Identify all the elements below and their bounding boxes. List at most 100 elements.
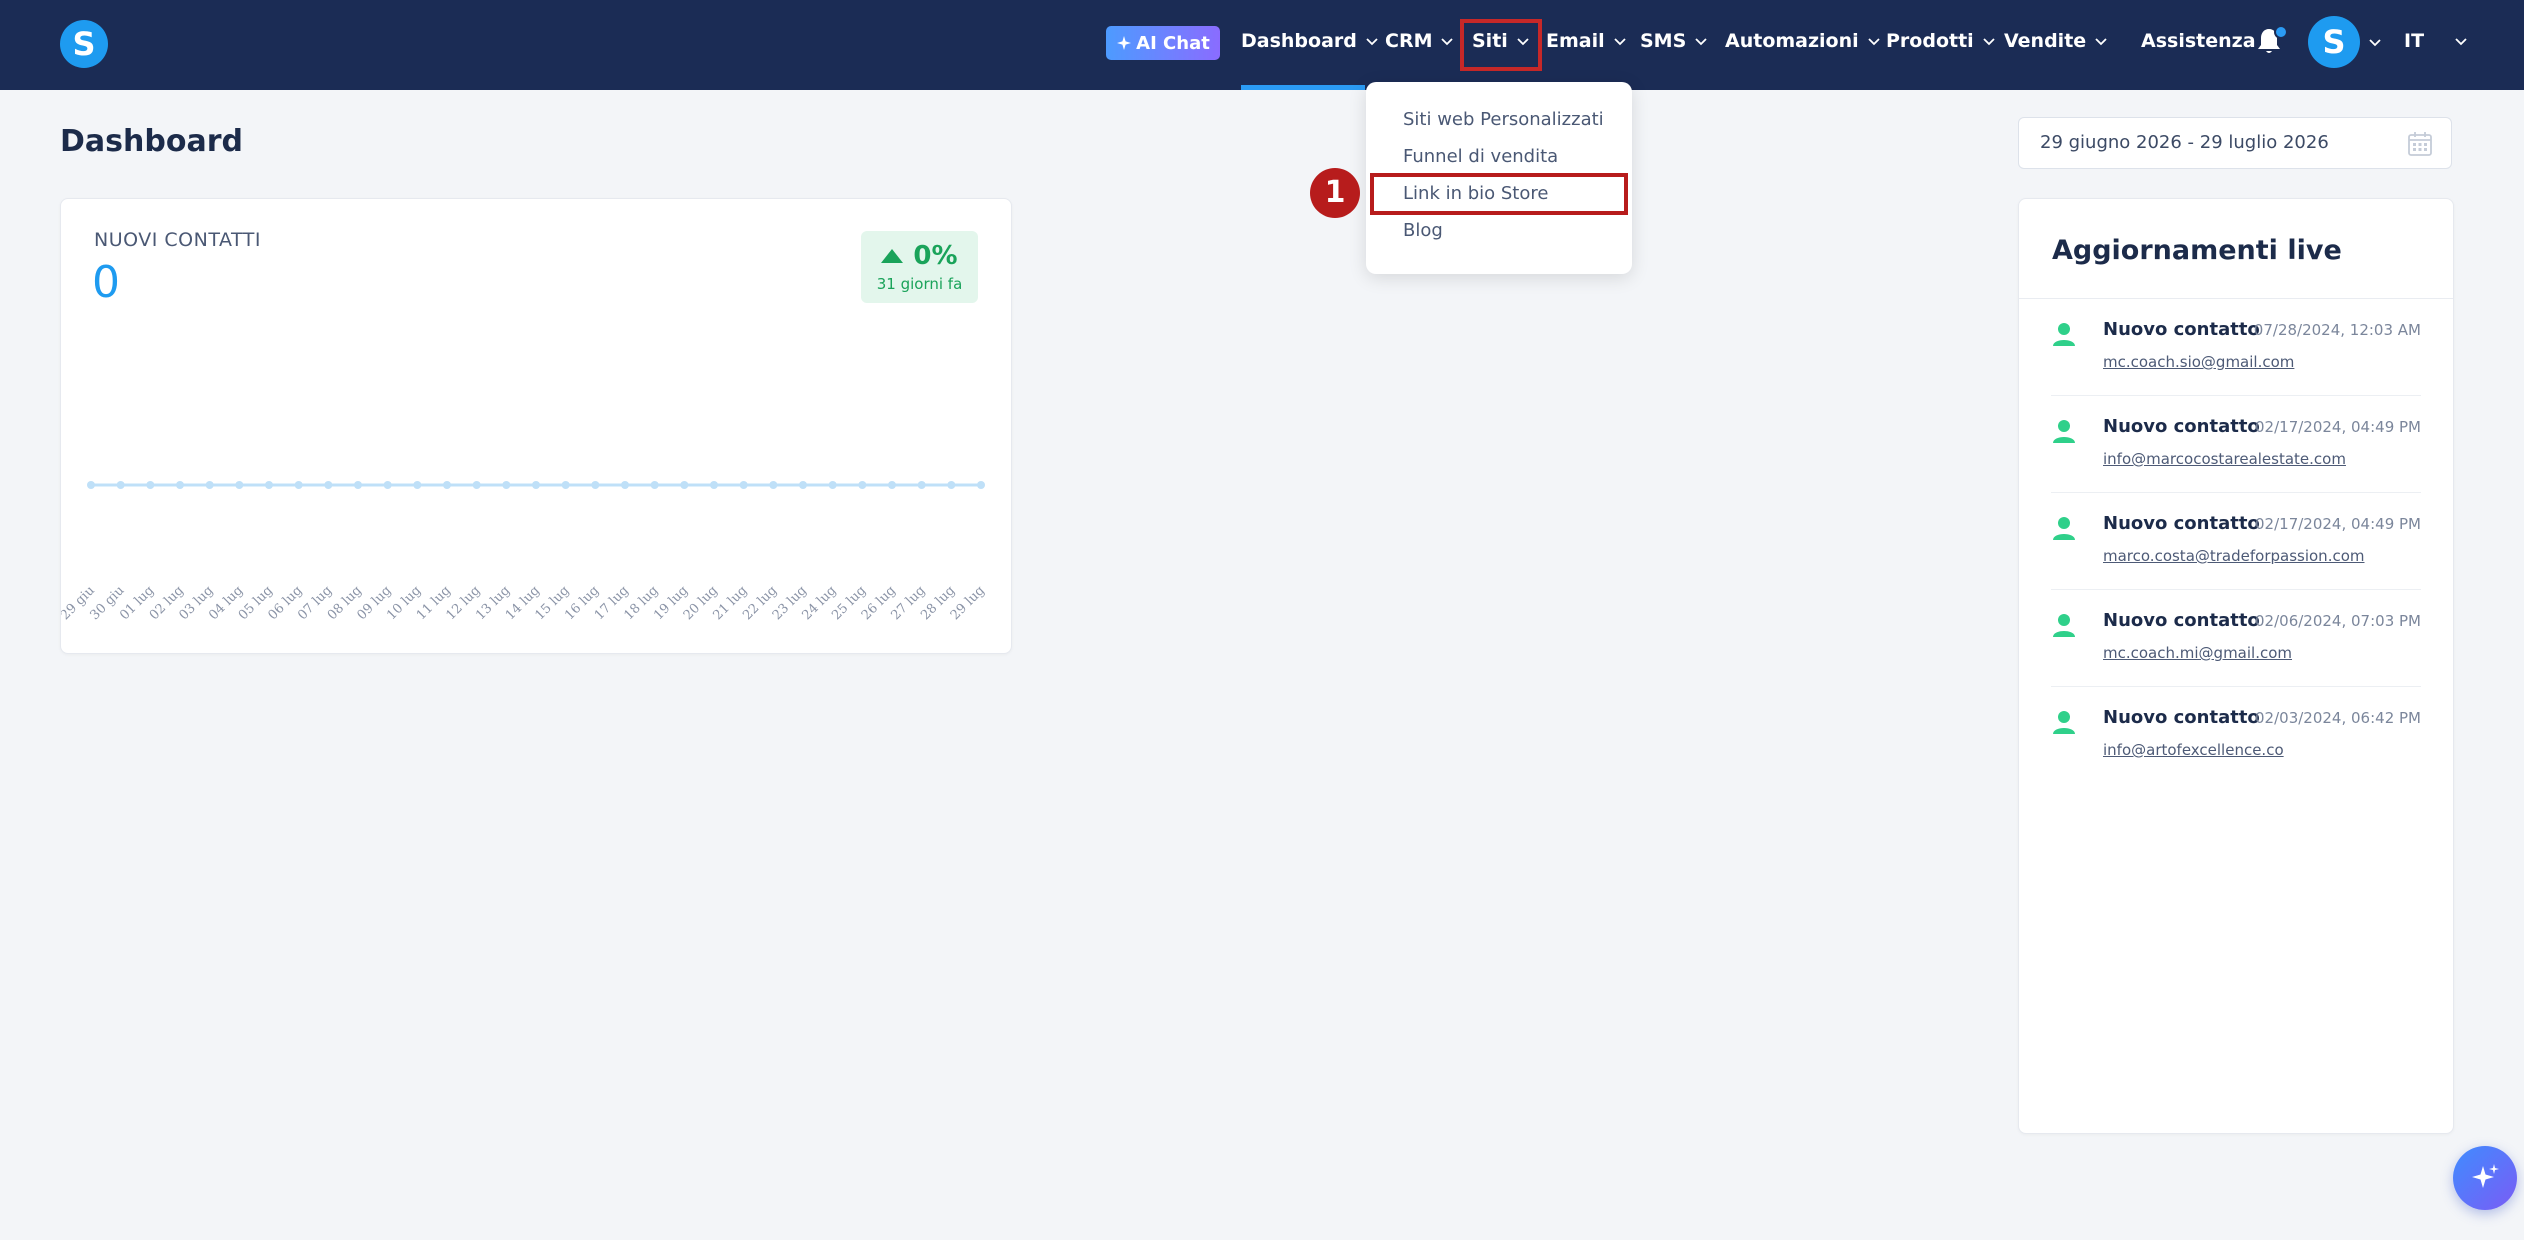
top-navigation-bar: S AI Chat Dashboard CRM Siti Email SMS A… — [0, 0, 2524, 90]
data-point[interactable] — [591, 481, 600, 489]
list-item: Nuovo contatto 02/17/2024, 04:49 PM info… — [2051, 396, 2421, 493]
chevron-down-icon — [1983, 38, 1995, 46]
data-point[interactable] — [561, 481, 570, 489]
data-point[interactable] — [294, 481, 303, 489]
data-point[interactable] — [265, 481, 273, 489]
update-title: Nuovo contatto — [2103, 416, 2260, 437]
active-nav-indicator — [1241, 85, 1365, 90]
data-point[interactable] — [710, 481, 718, 489]
sparkle-icon — [2472, 1164, 2499, 1188]
contacts-line-chart: 29 giu30 giu01 lug02 lug03 lug04 lug05 l… — [61, 481, 988, 623]
update-title: Nuovo contatto — [2103, 707, 2260, 728]
contact-email-link[interactable]: mc.coach.mi@gmail.com — [2103, 644, 2292, 662]
data-point[interactable] — [858, 481, 867, 489]
data-point[interactable] — [888, 481, 896, 489]
nav-email[interactable]: Email — [1546, 24, 1627, 58]
nav-sms[interactable]: SMS — [1640, 24, 1708, 58]
update-time: 02/17/2024, 04:49 PM — [2255, 418, 2421, 436]
nav-vendite[interactable]: Vendite — [2004, 24, 2108, 58]
chevron-down-icon[interactable] — [2368, 35, 2382, 49]
list-item: Nuovo contatto 02/06/2024, 07:03 PM mc.c… — [2051, 590, 2421, 687]
ai-assistant-button[interactable] — [2453, 1146, 2517, 1210]
data-point[interactable] — [383, 481, 392, 489]
person-icon — [2053, 323, 2075, 346]
person-icon — [2053, 420, 2075, 443]
update-time: 02/03/2024, 06:42 PM — [2255, 709, 2421, 727]
data-point[interactable] — [235, 481, 244, 489]
chevron-down-icon — [1613, 38, 1626, 46]
update-title: Nuovo contatto — [2103, 610, 2260, 631]
person-icon — [2053, 517, 2075, 540]
data-point[interactable] — [146, 481, 155, 489]
data-point[interactable] — [769, 481, 778, 489]
person-icon — [2053, 614, 2075, 637]
data-point[interactable] — [443, 481, 451, 489]
data-point[interactable] — [413, 481, 422, 489]
nav-label: CRM — [1385, 30, 1433, 52]
data-point[interactable] — [205, 481, 214, 489]
data-point[interactable] — [532, 481, 540, 489]
data-point[interactable] — [739, 481, 748, 489]
link-in-bio-highlight-box — [1370, 173, 1628, 215]
ai-chat-button[interactable]: AI Chat — [1106, 26, 1220, 60]
language-label: IT — [2404, 30, 2425, 52]
contact-email-link[interactable]: marco.costa@tradeforpassion.com — [2103, 547, 2365, 565]
nav-crm[interactable]: CRM — [1385, 24, 1454, 58]
date-range-picker[interactable]: 29 giugno 2026 - 29 luglio 2026 — [2018, 117, 2452, 169]
nav-label: Email — [1546, 30, 1605, 52]
live-updates-title: Aggiornamenti live — [2052, 235, 2342, 266]
update-time: 07/28/2024, 12:03 AM — [2253, 321, 2421, 339]
data-point[interactable] — [116, 481, 125, 489]
update-time: 02/17/2024, 04:49 PM — [2255, 515, 2421, 533]
nav-label: SMS — [1640, 30, 1687, 52]
data-point[interactable] — [977, 481, 985, 489]
language-selector[interactable]: IT — [2404, 24, 2468, 58]
list-item: Nuovo contatto 02/03/2024, 06:42 PM info… — [2051, 687, 2421, 784]
data-point[interactable] — [502, 481, 511, 489]
calendar-icon — [2408, 132, 2432, 156]
data-point[interactable] — [799, 481, 807, 489]
menu-item-funnel[interactable]: Funnel di vendita — [1403, 146, 1558, 167]
notification-dot — [2274, 25, 2288, 39]
avatar[interactable]: S — [2308, 16, 2360, 68]
x-tick-label: 29 lug — [948, 583, 988, 623]
chevron-down-icon — [1868, 38, 1880, 46]
data-point[interactable] — [680, 481, 689, 489]
data-point[interactable] — [472, 481, 481, 489]
live-updates-card: Aggiornamenti live Nuovo contatto 07/28/… — [2018, 198, 2454, 1134]
nav-dashboard[interactable]: Dashboard — [1241, 24, 1379, 58]
nav-prodotti[interactable]: Prodotti — [1886, 24, 1996, 58]
chevron-down-icon — [2455, 38, 2467, 46]
date-range-value: 29 giugno 2026 - 29 luglio 2026 — [2040, 132, 2329, 153]
contact-email-link[interactable]: info@marcocostarealestate.com — [2103, 450, 2346, 468]
nav-label: Prodotti — [1886, 30, 1974, 52]
nav-label: Assistenza — [2141, 30, 2256, 52]
nav-label: Dashboard — [1241, 30, 1357, 52]
nav-assistenza[interactable]: Assistenza — [2141, 24, 2256, 58]
new-contacts-card: NUOVI CONTATTI 0 0% 31 giorni fa 29 giu 3… — [60, 198, 1012, 654]
list-item: Nuovo contatto 07/28/2024, 12:03 AM mc.c… — [2051, 299, 2421, 396]
menu-item-blog[interactable]: Blog — [1403, 220, 1443, 241]
update-title: Nuovo contatto — [2103, 319, 2260, 340]
list-item: Nuovo contatto 02/17/2024, 04:49 PM marc… — [2051, 493, 2421, 590]
menu-item-siti-web[interactable]: Siti web Personalizzati — [1403, 109, 1604, 130]
data-point[interactable] — [650, 481, 659, 489]
data-point[interactable] — [324, 481, 333, 489]
contact-email-link[interactable]: mc.coach.sio@gmail.com — [2103, 353, 2294, 371]
data-point[interactable] — [828, 481, 837, 489]
app-logo[interactable]: S — [60, 20, 108, 68]
nav-label: Vendite — [2004, 30, 2087, 52]
page-title: Dashboard — [60, 124, 243, 159]
data-point[interactable] — [87, 481, 95, 489]
update-title: Nuovo contatto — [2103, 513, 2260, 534]
data-point[interactable] — [621, 481, 629, 489]
chevron-down-icon — [2095, 38, 2107, 46]
contact-email-link[interactable]: info@artofexcellence.co — [2103, 741, 2284, 759]
data-point[interactable] — [354, 481, 362, 489]
update-time: 02/06/2024, 07:03 PM — [2255, 612, 2421, 630]
step-badge: 1 — [1310, 168, 1360, 218]
data-point[interactable] — [176, 481, 184, 489]
data-point[interactable] — [917, 481, 926, 489]
nav-automazioni[interactable]: Automazioni — [1725, 24, 1881, 58]
data-point[interactable] — [947, 481, 956, 489]
